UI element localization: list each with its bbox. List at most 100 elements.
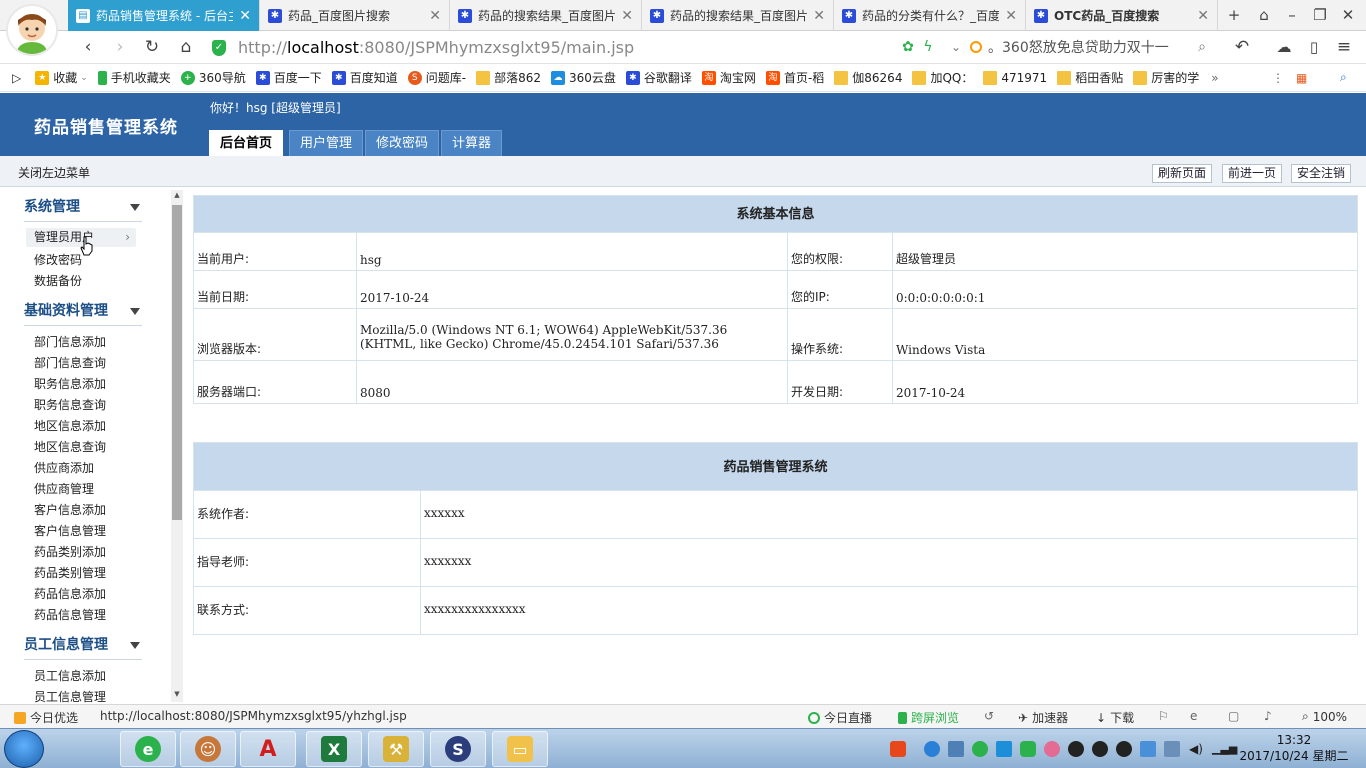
windows-start-button[interactable] — [4, 730, 44, 768]
bookmark-item[interactable]: 伽86264 — [834, 69, 902, 86]
tab-calculator[interactable]: 计算器 — [441, 130, 503, 156]
toggle-left-menu-link[interactable]: 关闭左边菜单 — [18, 164, 90, 181]
taskbar-app-browser[interactable]: e — [120, 731, 176, 767]
search-icon[interactable]: ⌕ — [1190, 36, 1214, 58]
taskbar-app-eclipse[interactable]: S — [430, 731, 486, 767]
apps-icon[interactable]: ▦ — [1296, 71, 1307, 85]
sidebar-toggle-icon[interactable]: ▷ — [12, 71, 21, 85]
accelerator-link[interactable]: ✈ 加速器 — [1018, 709, 1068, 726]
close-icon[interactable]: ✕ — [429, 8, 441, 24]
undo-icon[interactable]: ↶ — [1230, 36, 1254, 58]
browser-tab-4[interactable]: ✱ 药品的搜索结果_百度图片 ✕ — [642, 0, 834, 31]
screen-icon[interactable] — [1164, 741, 1180, 757]
taskbar-app-tools[interactable]: ⚒ — [368, 731, 424, 767]
bookmark-item[interactable]: +360导航 — [180, 69, 246, 86]
plus-tray-icon[interactable] — [972, 741, 988, 757]
cross-screen-link[interactable]: 跨屏浏览 — [898, 709, 959, 726]
sidebar-item-drug-manage[interactable]: 药品信息管理 — [34, 606, 106, 623]
new-tab-icon[interactable]: + — [1222, 4, 1246, 26]
bookmark-item[interactable]: ✱ 百度知道 — [331, 69, 398, 86]
sogou-icon[interactable] — [890, 741, 906, 757]
sidebar-item-position-query[interactable]: 职务信息查询 — [34, 396, 106, 413]
user-avatar[interactable] — [6, 4, 58, 56]
qq-icon[interactable] — [1068, 741, 1084, 757]
sidebar-item-dept-add[interactable]: 部门信息添加 — [34, 333, 106, 350]
taskbar-app-acrobat[interactable]: A — [240, 731, 296, 767]
sidebar-item-supplier-manage[interactable]: 供应商管理 — [34, 480, 94, 497]
browser-tab-5[interactable]: ✱ 药品的分类有什么？_百度 ✕ — [834, 0, 1026, 31]
bookmark-item[interactable]: 471971 — [983, 70, 1047, 85]
browser-tab-6[interactable]: ✱ OTC药品_百度搜索 ✕ — [1026, 0, 1218, 31]
sidebar-item-region-query[interactable]: 地区信息查询 — [34, 438, 106, 455]
browser-tab-3[interactable]: ✱ 药品的搜索结果_百度图片 ✕ — [450, 0, 642, 31]
bookmark-item[interactable]: 加QQ： — [912, 69, 973, 86]
phone-icon[interactable]: ▯ — [1302, 36, 1326, 58]
tray-app-icon[interactable] — [1140, 741, 1156, 757]
search-input[interactable]: 。360怒放免息贷助力双十一 — [970, 36, 1220, 58]
close-icon[interactable]: ✕ — [1197, 8, 1209, 24]
bookmark-item[interactable]: 淘淘宝网 — [701, 69, 756, 86]
tab-user-management[interactable]: 用户管理 — [289, 130, 364, 156]
network-app-icon[interactable] — [924, 741, 940, 757]
logout-button[interactable]: 安全注销 — [1291, 164, 1352, 183]
bookmark-item[interactable]: ☁ 360云盘 — [551, 69, 616, 86]
cloud-icon[interactable]: ☁ — [1272, 36, 1296, 58]
bookmark-item[interactable]: 手机收藏夹 — [97, 69, 171, 86]
window-close-icon[interactable]: ✕ — [1336, 4, 1360, 26]
sidebar-item-dept-query[interactable]: 部门信息查询 — [34, 354, 106, 371]
more-bookmarks-icon[interactable]: » — [1211, 71, 1218, 85]
lightning-icon[interactable]: ϟ — [916, 36, 940, 58]
sidebar-group-system[interactable]: 系统管理 — [24, 196, 142, 222]
browser-tab-1[interactable]: ▤ 药品销售管理系统 - 后台主 ✕ — [68, 0, 260, 31]
home-icon[interactable]: ⌂ — [174, 36, 198, 58]
minimize-icon[interactable]: – — [1280, 4, 1304, 26]
sidebar-item-region-add[interactable]: 地区信息添加 — [34, 417, 106, 434]
bookmark-item[interactable]: ★ 收藏 ⌄ — [35, 69, 88, 86]
download-link[interactable]: ↓ 下载 — [1096, 709, 1134, 726]
user-tray-icon[interactable] — [948, 741, 964, 757]
bookmark-item[interactable]: 稻田香贴 — [1057, 69, 1123, 86]
bookmark-item[interactable]: 厉害的学 — [1133, 69, 1199, 86]
refresh-page-button[interactable]: 刷新页面 — [1152, 164, 1213, 183]
sidebar-item-drug-add[interactable]: 药品信息添加 — [34, 585, 106, 602]
ie-icon[interactable]: e — [1190, 709, 1197, 723]
sidebar-item-category-manage[interactable]: 药品类别管理 — [34, 564, 106, 581]
scrollbar-thumb[interactable] — [172, 205, 182, 520]
bookmark-item[interactable]: S 问题库- — [407, 69, 466, 86]
sidebar-group-basic-data[interactable]: 基础资料管理 — [24, 300, 142, 326]
shirt-icon[interactable]: ⌂ — [1252, 4, 1276, 26]
reload-icon[interactable]: ↻ — [140, 36, 164, 58]
live-link[interactable]: 今日直播 — [808, 709, 872, 726]
tab-change-password[interactable]: 修改密码 — [365, 130, 440, 156]
scroll-up-icon[interactable]: ▲ — [172, 191, 182, 199]
sidebar-group-employee[interactable]: 员工信息管理 — [24, 634, 142, 660]
forward-page-button[interactable]: 前进一页 — [1222, 164, 1283, 183]
volume-icon[interactable]: ◀) — [1188, 741, 1204, 757]
history-icon[interactable]: ↺ — [984, 709, 994, 723]
browser-tab-2[interactable]: ✱ 药品_百度图片搜索 ✕ — [260, 0, 450, 31]
sidebar-item-employee-manage[interactable]: 员工信息管理 — [34, 688, 106, 704]
bookmark-item[interactable]: ✱ 百度一下 — [255, 69, 322, 86]
bookmark-item[interactable]: ✱ 谷歌翻译 — [625, 69, 692, 86]
sidebar-item-customer-add[interactable]: 客户信息添加 — [34, 501, 106, 518]
sidebar-item-category-add[interactable]: 药品类别添加 — [34, 543, 106, 560]
signal-icon[interactable]: ▁▃▅ — [1212, 741, 1237, 757]
today-picks-link[interactable]: 今日优选 — [14, 709, 78, 726]
more-icon[interactable]: ⋮ — [1272, 71, 1284, 85]
zoom-control[interactable]: ⌕ 100% — [1302, 709, 1347, 724]
tab-home[interactable]: 后台首页 — [209, 130, 284, 156]
window-icon[interactable]: ▢ — [1228, 709, 1239, 723]
zoom-tool-icon[interactable]: ⌕ — [1340, 70, 1347, 85]
scroll-down-icon[interactable]: ▼ — [172, 690, 182, 698]
flag-icon[interactable]: ⚐ — [1158, 709, 1169, 723]
bookmark-item[interactable]: 部落862 — [476, 69, 541, 86]
back-icon[interactable]: ‹ — [76, 36, 100, 58]
close-icon[interactable]: ✕ — [239, 8, 251, 24]
chevron-down-icon[interactable]: ⌄ — [944, 36, 968, 58]
qq-icon[interactable] — [1092, 741, 1108, 757]
close-icon[interactable]: ✕ — [813, 8, 825, 24]
close-icon[interactable]: ✕ — [621, 8, 633, 24]
taskbar-app-avatar[interactable]: ☺ — [180, 731, 236, 767]
sidebar-item-data-backup[interactable]: 数据备份 — [34, 272, 82, 289]
sidebar-item-employee-add[interactable]: 员工信息添加 — [34, 667, 106, 684]
